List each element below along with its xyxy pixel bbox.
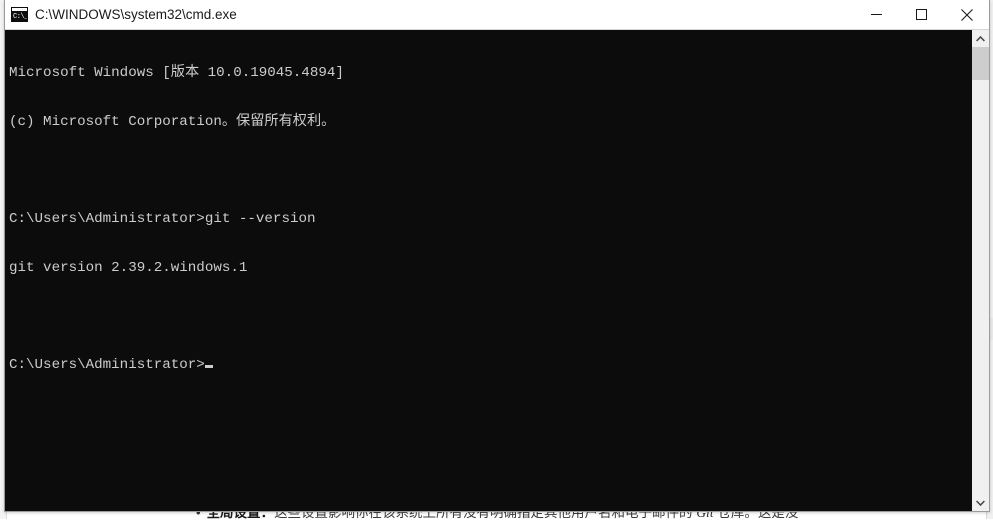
minimize-icon	[871, 14, 882, 15]
title-bar-left: ··· C:\_ C:\WINDOWS\system32\cmd.exe	[5, 7, 854, 22]
console-line: C:\Users\Administrator>git --version	[9, 211, 316, 228]
maximize-icon	[916, 9, 927, 20]
cmd-console-icon: ··· C:\_	[11, 7, 28, 22]
scrollbar-track[interactable]	[972, 47, 989, 494]
minimize-button[interactable]	[854, 0, 899, 29]
cmd-icon-dots: ···	[20, 7, 26, 11]
console-cursor	[204, 365, 213, 369]
scrollbar-up-button[interactable]	[972, 30, 989, 47]
console-prompt: C:\Users\Administrator>	[9, 357, 205, 374]
console-output[interactable]: Microsoft Windows [版本 10.0.19045.4894] (…	[5, 30, 971, 511]
chevron-up-icon	[976, 35, 985, 42]
title-bar[interactable]: ··· C:\_ C:\WINDOWS\system32\cmd.exe	[5, 0, 989, 30]
cmd-icon-prompt: C:\_	[12, 12, 28, 21]
console-line: Microsoft Windows [版本 10.0.19045.4894]	[9, 65, 344, 82]
console-scrollbar[interactable]	[971, 30, 989, 511]
console-area[interactable]: Microsoft Windows [版本 10.0.19045.4894] (…	[5, 30, 989, 511]
maximize-button[interactable]	[899, 0, 944, 29]
scrollbar-thumb[interactable]	[972, 47, 989, 80]
console-line: (c) Microsoft Corporation。保留所有权利。	[9, 114, 336, 131]
cmd-window[interactable]: ··· C:\_ C:\WINDOWS\system32\cmd.exe Mic…	[4, 0, 990, 512]
close-icon	[960, 8, 973, 21]
console-line: git version 2.39.2.windows.1	[9, 259, 248, 276]
window-controls[interactable]	[854, 0, 989, 29]
chevron-down-icon	[976, 499, 985, 506]
close-button[interactable]	[944, 0, 989, 29]
scrollbar-down-button[interactable]	[972, 494, 989, 511]
console-prompt-line: C:\Users\Administrator>	[9, 357, 971, 373]
window-title: C:\WINDOWS\system32\cmd.exe	[35, 7, 237, 22]
